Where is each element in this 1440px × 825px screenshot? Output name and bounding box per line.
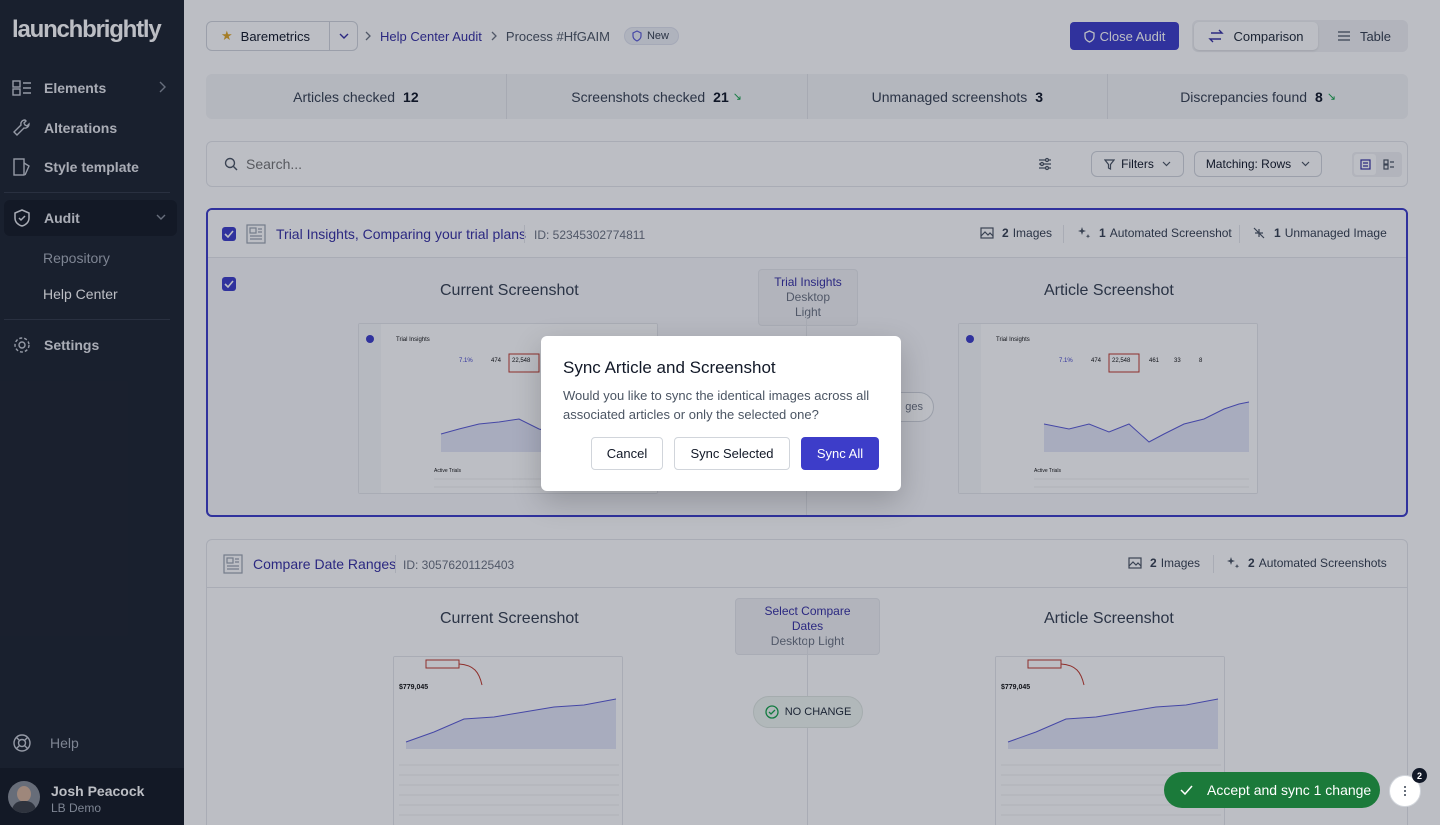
sync-all-button[interactable]: Sync All [801,437,879,470]
accept-sync-button[interactable]: Accept and sync 1 change [1164,772,1380,808]
more-vertical-icon [1403,785,1407,797]
accept-sync-label: Accept and sync 1 change [1207,782,1372,798]
notification-badge: 2 [1412,768,1427,783]
sync-selected-button[interactable]: Sync Selected [674,437,790,470]
modal-title: Sync Article and Screenshot [563,358,776,377]
check-icon [1180,785,1193,795]
modal-description: Would you like to sync the identical ima… [563,388,870,422]
sync-modal: Sync Article and Screenshot Would you li… [541,336,901,491]
cancel-button[interactable]: Cancel [591,437,663,470]
